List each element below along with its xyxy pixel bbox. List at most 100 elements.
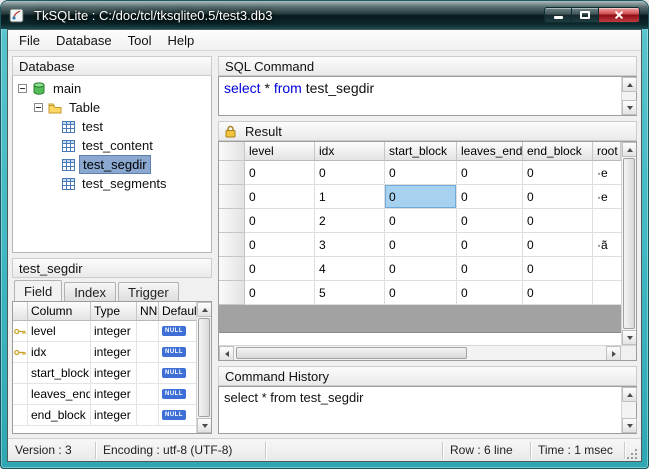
result-cell[interactable] (593, 257, 621, 281)
result-corner-cell[interactable] (219, 142, 245, 161)
tree-item-table-folder[interactable]: Table (13, 98, 211, 117)
tree-label-test-segdir-selected[interactable]: test_segdir (79, 155, 151, 174)
result-row[interactable]: 0 2 0 0 0 (219, 209, 621, 233)
result-cell[interactable]: ·e (593, 185, 621, 209)
field-row-idx[interactable]: idx integer NULL (13, 342, 196, 363)
scroll-down-button[interactable] (622, 330, 636, 345)
scroll-up-button[interactable] (622, 387, 637, 402)
row-header[interactable] (219, 161, 245, 185)
result-cell[interactable]: 0 (385, 209, 457, 233)
result-cell[interactable]: 4 (315, 257, 385, 281)
tree-label-main[interactable]: main (50, 80, 84, 97)
minimize-button[interactable] (544, 7, 571, 23)
result-cell[interactable]: 0 (457, 233, 523, 257)
scrollbar-track[interactable] (622, 157, 636, 330)
command-history-scrollbar[interactable] (621, 387, 636, 433)
menu-file[interactable]: File (11, 31, 48, 50)
result-cell[interactable]: ·e (593, 161, 621, 185)
scroll-down-button[interactable] (622, 100, 637, 115)
resize-grip[interactable] (625, 447, 639, 461)
result-cell[interactable]: 3 (315, 233, 385, 257)
result-row[interactable]: 0 4 0 0 0 (219, 257, 621, 281)
result-row[interactable]: 0 1 0 0 0 ·e (219, 185, 621, 209)
result-header-end-block[interactable]: end_block (523, 142, 593, 161)
result-row[interactable]: 0 5 0 0 0 (219, 281, 621, 305)
result-cell[interactable]: 0 (523, 185, 593, 209)
row-header[interactable] (219, 185, 245, 209)
result-header-leaves-end[interactable]: leaves_end_block (457, 142, 523, 161)
menu-tool[interactable]: Tool (120, 31, 160, 50)
titlebar[interactable]: TkSQLite : C:/doc/tcl/tksqlite0.5/test3.… (1, 1, 648, 29)
result-cell[interactable]: 0 (523, 233, 593, 257)
scroll-down-button[interactable] (197, 418, 212, 433)
row-header[interactable] (219, 209, 245, 233)
collapse-icon[interactable] (34, 103, 43, 112)
result-cell[interactable]: 0 (385, 257, 457, 281)
menu-database[interactable]: Database (48, 31, 120, 50)
field-row-start-block[interactable]: start_block integer NULL (13, 363, 196, 384)
scroll-down-button[interactable] (622, 418, 637, 433)
field-header-nn[interactable]: NN (137, 302, 159, 321)
field-row-end-block[interactable]: end_block integer NULL (13, 405, 196, 426)
tab-field[interactable]: Field (14, 280, 62, 301)
row-header[interactable] (219, 281, 245, 305)
tree-label-test[interactable]: test (79, 118, 106, 135)
scrollbar-thumb[interactable] (623, 158, 635, 329)
result-header-idx[interactable]: idx (315, 142, 385, 161)
result-header-root[interactable]: root (593, 142, 621, 161)
scrollbar-track[interactable] (197, 317, 211, 418)
result-cell[interactable]: 0 (457, 209, 523, 233)
result-cell[interactable]: 0 (523, 281, 593, 305)
collapse-icon[interactable] (18, 84, 27, 93)
tree-label-table-folder[interactable]: Table (66, 99, 103, 116)
result-header-level[interactable]: level (245, 142, 315, 161)
sql-command-input[interactable]: select * from test_segdir (219, 77, 621, 115)
result-cell[interactable]: 0 (457, 185, 523, 209)
command-history-entry[interactable]: select * from test_segdir (219, 387, 621, 433)
result-cell[interactable] (593, 281, 621, 305)
scrollbar-track[interactable] (622, 92, 636, 100)
tab-trigger[interactable]: Trigger (118, 282, 179, 301)
result-row[interactable]: 0 0 0 0 0 ·e (219, 161, 621, 185)
tree-item-main[interactable]: main (13, 79, 211, 98)
result-cell[interactable]: 0 (457, 281, 523, 305)
result-vertical-scrollbar[interactable] (621, 142, 636, 345)
scrollbar-thumb[interactable] (198, 318, 210, 417)
scroll-left-button[interactable] (219, 346, 234, 361)
tree-label-test-content[interactable]: test_content (79, 137, 156, 154)
scrollbar-thumb[interactable] (236, 347, 467, 359)
field-header-icon-col[interactable] (13, 302, 28, 321)
field-table-scrollbar[interactable] (196, 302, 211, 433)
result-cell[interactable]: 5 (315, 281, 385, 305)
sql-command-scrollbar[interactable] (621, 77, 636, 115)
tab-index[interactable]: Index (64, 282, 116, 301)
field-row-leaves-end-block[interactable]: leaves_end_block integer NULL (13, 384, 196, 405)
result-cell[interactable]: 2 (315, 209, 385, 233)
result-cell[interactable]: 0 (523, 161, 593, 185)
scrollbar-track[interactable] (622, 402, 636, 418)
row-header[interactable] (219, 233, 245, 257)
scrollbar-track[interactable] (234, 346, 606, 360)
result-cell[interactable]: 1 (315, 185, 385, 209)
result-cell[interactable]: 0 (315, 161, 385, 185)
result-cell[interactable]: 0 (245, 185, 315, 209)
result-cell[interactable] (593, 209, 621, 233)
maximize-button[interactable] (571, 7, 598, 23)
tree-item-test-segments[interactable]: test_segments (13, 174, 211, 193)
scroll-up-button[interactable] (622, 77, 637, 92)
result-cell[interactable]: 0 (245, 257, 315, 281)
result-cell[interactable]: 0 (245, 161, 315, 185)
result-cell[interactable]: 0 (245, 209, 315, 233)
result-cell[interactable]: 0 (523, 257, 593, 281)
tree-item-test-segdir[interactable]: test_segdir (13, 155, 211, 174)
result-cell[interactable]: 0 (385, 161, 457, 185)
result-cell[interactable]: ·ã (593, 233, 621, 257)
result-cell[interactable]: 0 (385, 233, 457, 257)
scroll-up-button[interactable] (197, 302, 212, 317)
row-header[interactable] (219, 257, 245, 281)
result-cell[interactable]: 0 (245, 233, 315, 257)
field-header-type[interactable]: Type (91, 302, 137, 321)
result-header-start-block[interactable]: start_block (385, 142, 457, 161)
result-cell[interactable]: 0 (457, 161, 523, 185)
tree-item-test[interactable]: test (13, 117, 211, 136)
